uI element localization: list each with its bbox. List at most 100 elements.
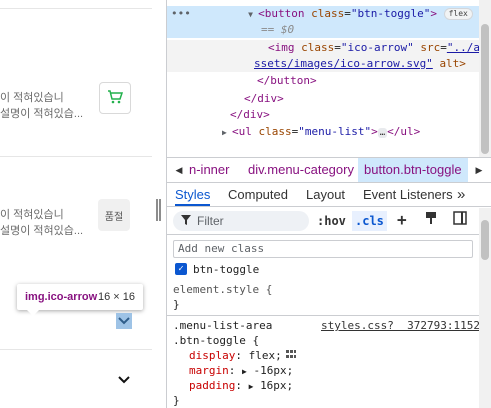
scroll-thumb[interactable] <box>481 24 489 154</box>
attr-value: "ico-arrow" <box>340 41 414 54</box>
tab-layout[interactable]: Layout <box>306 183 345 206</box>
divider <box>0 349 152 350</box>
attr-name: alt> <box>439 57 466 70</box>
class-toggle-button[interactable]: .cls <box>352 211 387 231</box>
item-description: 이 적혀있습니 <box>0 209 64 221</box>
checkbox-checked-icon[interactable]: ✓ <box>175 263 187 275</box>
class-toggle-row[interactable]: ✓ btn-toggle <box>175 262 259 276</box>
add-class-input[interactable]: Add new class <box>173 240 473 258</box>
tag-end: </ul> <box>387 125 421 138</box>
breadcrumb-item[interactable]: div.menu-category <box>248 158 354 182</box>
elements-scrollbar[interactable] <box>479 0 491 157</box>
property-value[interactable]: -16px; <box>253 364 293 377</box>
styles-toolbar: Filter :hov .cls + <box>167 207 491 235</box>
attr-link[interactable]: "../a <box>447 41 480 54</box>
breadcrumb-item[interactable]: n-inner <box>189 158 229 182</box>
breadcrumb-left-icon[interactable]: ◀ <box>169 158 189 182</box>
breadcrumb-right-icon[interactable]: ▶ <box>469 158 489 182</box>
brace: } <box>173 298 180 311</box>
style-property[interactable]: display: flex; <box>167 348 491 364</box>
tag-name: <ul <box>232 125 252 138</box>
dom-line-div-end[interactable]: </div> <box>167 91 491 107</box>
selected-marker: == $0 <box>261 23 295 36</box>
attr-link[interactable]: ssets/images/ico-arrow.svg" <box>254 57 433 70</box>
more-dots-icon[interactable]: ••• <box>171 7 191 20</box>
tag-close: > <box>371 125 378 138</box>
dom-line-button-end[interactable]: </button> <box>167 73 491 89</box>
new-rule-icon[interactable]: + <box>397 211 407 231</box>
hover-state-button[interactable]: :hov <box>317 211 346 231</box>
style-property[interactable]: margin: ▶ -16px; <box>167 363 491 379</box>
chevron-down-icon[interactable] <box>116 372 132 388</box>
divider <box>0 8 152 9</box>
rule-source-link[interactable]: styles.css? 372793:1152 <box>321 318 480 334</box>
property-name[interactable]: display <box>189 349 235 362</box>
tooltip-size: 16 × 16 <box>97 291 135 303</box>
tag-name: <button <box>258 7 305 20</box>
selector-text: .btn-toggle { <box>173 334 260 347</box>
sidebar-toggle-icon[interactable] <box>453 211 467 231</box>
dom-line-div-end[interactable]: </div> <box>167 107 491 123</box>
filter-input[interactable]: Filter <box>173 211 309 231</box>
element-style-selector[interactable]: element.style { <box>167 282 491 298</box>
rule-close-brace: } <box>167 393 491 408</box>
tab-event-listeners[interactable]: Event Listeners <box>363 183 453 206</box>
flex-badge[interactable]: flex <box>443 8 473 20</box>
soldout-badge: 품절 <box>98 199 130 231</box>
attr-name: class <box>301 41 335 54</box>
flexbox-editor-icon[interactable] <box>285 350 296 360</box>
filter-icon <box>181 214 191 228</box>
attr-name: class <box>311 7 345 20</box>
ellipsis-badge[interactable]: … <box>377 128 388 138</box>
attr-name: class <box>258 125 292 138</box>
devtools-panel: ••• ▼ <button class="btn-toggle"> flex ==… <box>166 0 491 408</box>
property-value[interactable]: flex; <box>249 349 282 362</box>
add-to-cart-button[interactable] <box>99 82 131 114</box>
dom-line-ul[interactable]: ▶ <ul class="menu-list">… </ul> <box>167 124 491 140</box>
styles-tabbar: Styles Computed Layout Event Listeners » <box>167 183 491 207</box>
filter-placeholder: Filter <box>197 214 224 228</box>
class-name: btn-toggle <box>193 262 260 276</box>
tooltip-selector: img.ico-arrow <box>25 291 98 303</box>
dom-line-button[interactable]: ••• ▼ <button class="btn-toggle"> flex <box>167 6 491 22</box>
style-property[interactable]: padding: ▶ 16px; <box>167 378 491 394</box>
dom-line-img[interactable]: <img class="ico-arrow" src="../a <box>167 40 491 56</box>
expand-triangle-icon[interactable]: ▼ <box>248 7 258 23</box>
splitter-grip-icon[interactable] <box>156 199 161 221</box>
tag-close: > <box>430 7 437 20</box>
expand-triangle-icon[interactable]: ▶ <box>242 367 247 376</box>
attr-value: "btn-toggle" <box>350 7 431 20</box>
dom-line-img-cont[interactable]: ssets/images/ico-arrow.svg" alt> <box>167 56 491 72</box>
collapse-triangle-icon[interactable]: ▶ <box>222 125 232 141</box>
more-tabs-icon[interactable]: » <box>457 183 465 206</box>
rule-selector-line[interactable]: .menu-list-area styles.css? 372793:1152 <box>167 318 491 334</box>
selector-text: element.style { <box>173 283 273 296</box>
rule-close-brace: } <box>167 297 491 313</box>
styles-scrollbar[interactable] <box>479 208 491 408</box>
tag-end: </div> <box>244 92 284 105</box>
divider <box>0 156 152 157</box>
item-description: 설명이 적혀있습... <box>0 108 84 120</box>
rule-selector-line[interactable]: .btn-toggle { <box>167 333 491 349</box>
scroll-thumb[interactable] <box>481 220 489 260</box>
breadcrumb-item-active[interactable]: button.btn-toggle <box>358 158 468 182</box>
highlighted-arrow-icon[interactable] <box>116 313 132 329</box>
element-tooltip: img.ico-arrow 16 × 16 <box>17 284 143 316</box>
panel-splitter[interactable] <box>152 0 166 408</box>
expand-triangle-icon[interactable]: ▶ <box>249 382 254 391</box>
tag-end: </div> <box>230 108 270 121</box>
tab-computed[interactable]: Computed <box>228 183 288 206</box>
item-description: 이 적혀있습니 <box>0 92 64 104</box>
attr-value: "menu-list" <box>298 125 372 138</box>
property-name[interactable]: margin <box>189 364 229 377</box>
selector-text: .menu-list-area <box>173 319 273 332</box>
property-value[interactable]: 16px; <box>260 379 293 392</box>
breadcrumb: ◀ n-inner div.menu-category button.btn-t… <box>167 157 491 183</box>
rule-divider <box>167 315 491 316</box>
tab-styles[interactable]: Styles <box>175 183 211 206</box>
tag-name: <img <box>268 41 295 54</box>
cart-icon <box>107 89 124 108</box>
property-name[interactable]: padding <box>189 379 235 392</box>
paint-icon[interactable] <box>425 211 437 231</box>
dom-line-dollar0: == $0 <box>167 22 491 38</box>
